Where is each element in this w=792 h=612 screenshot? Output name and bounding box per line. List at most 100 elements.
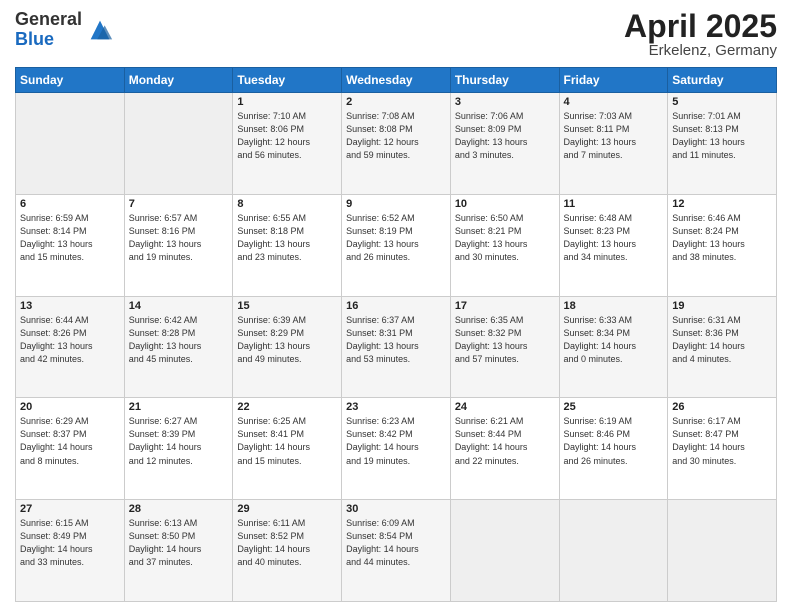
table-row: 29Sunrise: 6:11 AM Sunset: 8:52 PM Dayli…: [233, 500, 342, 602]
calendar-table: Sunday Monday Tuesday Wednesday Thursday…: [15, 67, 777, 602]
day-info: Sunrise: 7:06 AM Sunset: 8:09 PM Dayligh…: [455, 110, 555, 162]
logo-blue: Blue: [15, 29, 54, 49]
table-row: 19Sunrise: 6:31 AM Sunset: 8:36 PM Dayli…: [668, 296, 777, 398]
day-info: Sunrise: 7:10 AM Sunset: 8:06 PM Dayligh…: [237, 110, 337, 162]
header-friday: Friday: [559, 68, 668, 93]
day-number: 3: [455, 96, 555, 108]
table-row: [559, 500, 668, 602]
header-monday: Monday: [124, 68, 233, 93]
table-row: 4Sunrise: 7:03 AM Sunset: 8:11 PM Daylig…: [559, 93, 668, 195]
day-info: Sunrise: 6:44 AM Sunset: 8:26 PM Dayligh…: [20, 314, 120, 366]
day-info: Sunrise: 6:23 AM Sunset: 8:42 PM Dayligh…: [346, 415, 446, 467]
table-row: [124, 93, 233, 195]
logo-icon: [86, 16, 114, 44]
calendar-week-5: 27 Sunrise: 6:15 AM Sunset: 8:49 PM Dayli…: [16, 500, 777, 602]
day-info: Sunrise: 6:27 AM Sunset: 8:39 PM Dayligh…: [129, 415, 229, 467]
day-info: Sunrise: 6:19 AM Sunset: 8:46 PM Dayligh…: [564, 415, 664, 467]
table-row: 18 Sunrise: 6:33 AM Sunset: 8:34 PM Dayli…: [559, 296, 668, 398]
day-info: Sunrise: 6:09 AM Sunset: 8:54 PM Dayligh…: [346, 517, 446, 569]
day-number: 6: [20, 198, 120, 210]
day-number: 8: [237, 198, 337, 210]
day-number: 1: [237, 96, 337, 108]
day-number: 17: [455, 300, 555, 312]
day-number: 12: [672, 198, 772, 210]
table-row: 27 Sunrise: 6:15 AM Sunset: 8:49 PM Dayli…: [16, 500, 125, 602]
day-info: Sunrise: 6:17 AM Sunset: 8:47 PM Dayligh…: [672, 415, 772, 467]
table-row: 8 Sunrise: 6:55 AM Sunset: 8:18 PM Daylig…: [233, 194, 342, 296]
table-row: 22Sunrise: 6:25 AM Sunset: 8:41 PM Dayli…: [233, 398, 342, 500]
day-number: 2: [346, 96, 446, 108]
table-row: 24 Sunrise: 6:21 AM Sunset: 8:44 PM Dayli…: [450, 398, 559, 500]
day-number: 15: [237, 300, 337, 312]
day-info: Sunrise: 7:03 AM Sunset: 8:11 PM Dayligh…: [564, 110, 664, 162]
table-row: 23 Sunrise: 6:23 AM Sunset: 8:42 PM Dayli…: [342, 398, 451, 500]
day-number: 22: [237, 401, 337, 413]
table-row: 17 Sunrise: 6:35 AM Sunset: 8:32 PM Dayli…: [450, 296, 559, 398]
day-number: 28: [129, 503, 229, 515]
day-info: Sunrise: 6:48 AM Sunset: 8:23 PM Dayligh…: [564, 212, 664, 264]
table-row: 14Sunrise: 6:42 AM Sunset: 8:28 PM Dayli…: [124, 296, 233, 398]
table-row: 9Sunrise: 6:52 AM Sunset: 8:19 PM Daylig…: [342, 194, 451, 296]
day-info: Sunrise: 6:35 AM Sunset: 8:32 PM Dayligh…: [455, 314, 555, 366]
header: General Blue April 2025 Erkelenz, German…: [15, 10, 777, 59]
header-wednesday: Wednesday: [342, 68, 451, 93]
header-thursday: Thursday: [450, 68, 559, 93]
day-number: 21: [129, 401, 229, 413]
day-number: 27: [20, 503, 120, 515]
day-number: 13: [20, 300, 120, 312]
day-info: Sunrise: 6:55 AM Sunset: 8:18 PM Dayligh…: [237, 212, 337, 264]
day-number: 5: [672, 96, 772, 108]
day-info: Sunrise: 6:46 AM Sunset: 8:24 PM Dayligh…: [672, 212, 772, 264]
table-row: 5 Sunrise: 7:01 AM Sunset: 8:13 PM Daylig…: [668, 93, 777, 195]
day-info: Sunrise: 6:33 AM Sunset: 8:34 PM Dayligh…: [564, 314, 664, 366]
day-number: 11: [564, 198, 664, 210]
logo-general: General: [15, 9, 82, 29]
day-number: 9: [346, 198, 446, 210]
calendar-week-2: 6Sunrise: 6:59 AM Sunset: 8:14 PM Daylig…: [16, 194, 777, 296]
table-row: 13 Sunrise: 6:44 AM Sunset: 8:26 PM Dayli…: [16, 296, 125, 398]
day-info: Sunrise: 6:29 AM Sunset: 8:37 PM Dayligh…: [20, 415, 120, 467]
calendar-title: April 2025: [624, 10, 777, 42]
table-row: 25Sunrise: 6:19 AM Sunset: 8:46 PM Dayli…: [559, 398, 668, 500]
logo-text: General Blue: [15, 10, 82, 50]
day-number: 23: [346, 401, 446, 413]
day-number: 30: [346, 503, 446, 515]
calendar-week-4: 20 Sunrise: 6:29 AM Sunset: 8:37 PM Dayli…: [16, 398, 777, 500]
day-number: 7: [129, 198, 229, 210]
day-number: 24: [455, 401, 555, 413]
table-row: 28 Sunrise: 6:13 AM Sunset: 8:50 PM Dayli…: [124, 500, 233, 602]
day-info: Sunrise: 6:39 AM Sunset: 8:29 PM Dayligh…: [237, 314, 337, 366]
table-row: 1 Sunrise: 7:10 AM Sunset: 8:06 PM Daylig…: [233, 93, 342, 195]
day-info: Sunrise: 6:37 AM Sunset: 8:31 PM Dayligh…: [346, 314, 446, 366]
header-tuesday: Tuesday: [233, 68, 342, 93]
table-row: 16 Sunrise: 6:37 AM Sunset: 8:31 PM Dayli…: [342, 296, 451, 398]
day-info: Sunrise: 6:50 AM Sunset: 8:21 PM Dayligh…: [455, 212, 555, 264]
logo: General Blue: [15, 10, 114, 50]
table-row: 20 Sunrise: 6:29 AM Sunset: 8:37 PM Dayli…: [16, 398, 125, 500]
day-number: 10: [455, 198, 555, 210]
table-row: 2Sunrise: 7:08 AM Sunset: 8:08 PM Daylig…: [342, 93, 451, 195]
day-number: 18: [564, 300, 664, 312]
day-info: Sunrise: 6:13 AM Sunset: 8:50 PM Dayligh…: [129, 517, 229, 569]
day-info: Sunrise: 6:21 AM Sunset: 8:44 PM Dayligh…: [455, 415, 555, 467]
title-block: April 2025 Erkelenz, Germany: [624, 10, 777, 59]
header-sunday: Sunday: [16, 68, 125, 93]
table-row: 30 Sunrise: 6:09 AM Sunset: 8:54 PM Dayli…: [342, 500, 451, 602]
calendar-week-1: 1 Sunrise: 7:10 AM Sunset: 8:06 PM Daylig…: [16, 93, 777, 195]
table-row: 12 Sunrise: 6:46 AM Sunset: 8:24 PM Dayli…: [668, 194, 777, 296]
day-number: 20: [20, 401, 120, 413]
day-number: 19: [672, 300, 772, 312]
page: General Blue April 2025 Erkelenz, German…: [0, 0, 792, 612]
day-info: Sunrise: 6:15 AM Sunset: 8:49 PM Dayligh…: [20, 517, 120, 569]
day-number: 16: [346, 300, 446, 312]
header-saturday: Saturday: [668, 68, 777, 93]
day-number: 26: [672, 401, 772, 413]
calendar-week-3: 13 Sunrise: 6:44 AM Sunset: 8:26 PM Dayli…: [16, 296, 777, 398]
day-info: Sunrise: 7:01 AM Sunset: 8:13 PM Dayligh…: [672, 110, 772, 162]
table-row: 26 Sunrise: 6:17 AM Sunset: 8:47 PM Dayli…: [668, 398, 777, 500]
day-info: Sunrise: 6:57 AM Sunset: 8:16 PM Dayligh…: [129, 212, 229, 264]
table-row: 15 Sunrise: 6:39 AM Sunset: 8:29 PM Dayli…: [233, 296, 342, 398]
table-row: 10 Sunrise: 6:50 AM Sunset: 8:21 PM Dayli…: [450, 194, 559, 296]
table-row: [668, 500, 777, 602]
calendar-subtitle: Erkelenz, Germany: [624, 42, 777, 59]
